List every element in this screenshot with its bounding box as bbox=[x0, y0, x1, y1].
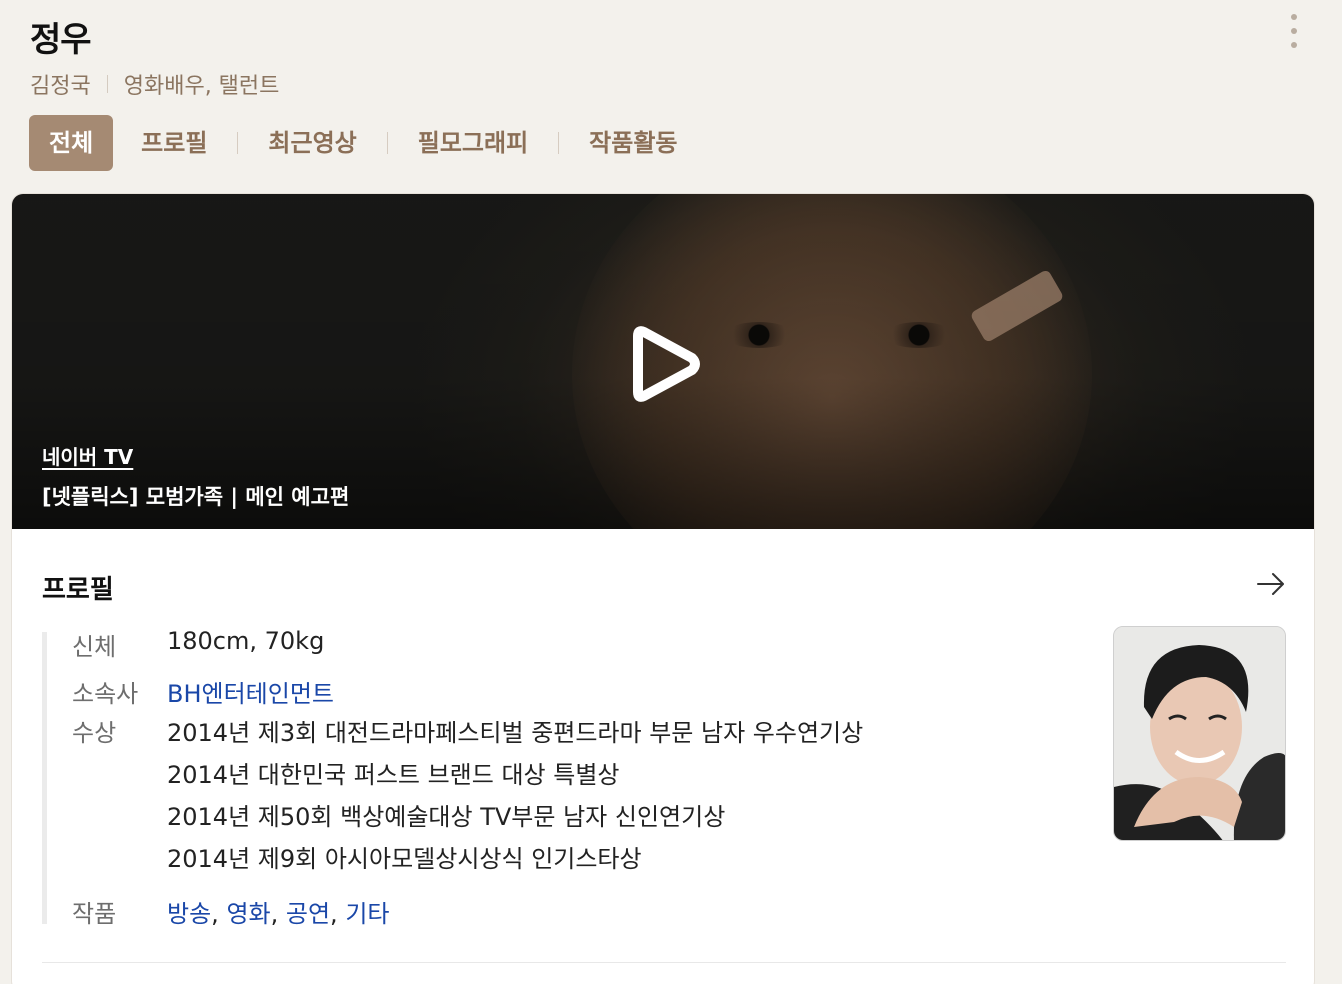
body-label: 신체 bbox=[72, 633, 117, 661]
play-icon[interactable] bbox=[630, 324, 700, 404]
award-item: 2014년 제50회 백상예술대상 TV부문 남자 신인연기상 bbox=[167, 803, 726, 831]
profile-row-works: 작품 방송, 영화, 공연, 기타 bbox=[72, 894, 389, 929]
video-source-link[interactable]: 네이버 TV bbox=[42, 441, 133, 470]
video-player[interactable]: 네이버 TV [넷플릭스] 모범가족 | 메인 예고편 bbox=[12, 194, 1314, 529]
works-label: 작품 bbox=[72, 900, 117, 928]
more-options-icon[interactable] bbox=[1286, 14, 1302, 48]
tab-divider bbox=[237, 132, 239, 154]
tab-works[interactable]: 작품활동 bbox=[589, 115, 677, 171]
occupation: 영화배우, 탤런트 bbox=[123, 74, 280, 99]
works-link-other[interactable]: 기타 bbox=[345, 900, 389, 928]
content-card: 네이버 TV [넷플릭스] 모범가족 | 메인 예고편 프로필 신체 180cm… bbox=[11, 193, 1315, 984]
award-item: 2014년 대한민국 퍼스트 브랜드 대상 특별상 bbox=[167, 761, 620, 789]
award-item: 2014년 제3회 대전드라마페스티벌 중편드라마 부문 남자 우수연기상 bbox=[167, 719, 864, 747]
agency-label: 소속사 bbox=[72, 680, 139, 708]
works-link-broadcast[interactable]: 방송 bbox=[167, 900, 211, 928]
header: 정우 bbox=[30, 12, 92, 61]
tab-divider bbox=[386, 132, 388, 154]
profile-heading: 프로필 bbox=[42, 575, 114, 605]
tab-profile[interactable]: 프로필 bbox=[141, 115, 207, 171]
award-item: 2014년 제9회 아시아모델상시상식 인기스타상 bbox=[167, 845, 642, 873]
works-link-stage[interactable]: 공연 bbox=[286, 900, 330, 928]
awards-list: 2014년 제3회 대전드라마페스티벌 중편드라마 부문 남자 우수연기상 20… bbox=[167, 712, 863, 880]
body-value: 180cm, 70kg bbox=[167, 627, 325, 655]
tab-filmography[interactable]: 필모그래피 bbox=[418, 115, 528, 171]
works-link-movie[interactable]: 영화 bbox=[226, 900, 270, 928]
tab-all[interactable]: 전체 bbox=[29, 115, 114, 171]
profile-row-awards: 수상 2014년 제3회 대전드라마페스티벌 중편드라마 부문 남자 우수연기상… bbox=[72, 712, 863, 880]
profile-row-agency: 소속사 BH엔터테인먼트 bbox=[72, 674, 334, 709]
profile-row-body: 신체 180cm, 70kg bbox=[72, 627, 324, 662]
page-title: 정우 bbox=[30, 20, 92, 60]
person-subline: 김정국 영화배우, 탤런트 bbox=[30, 68, 279, 100]
agency-link[interactable]: BH엔터테인먼트 bbox=[167, 680, 334, 708]
awards-label: 수상 bbox=[72, 719, 117, 747]
arrow-right-icon[interactable] bbox=[1256, 570, 1286, 598]
divider bbox=[106, 75, 108, 93]
profile-info: 신체 180cm, 70kg 소속사 BH엔터테인먼트 수상 2014년 제3회… bbox=[42, 627, 1082, 928]
profile-photo[interactable] bbox=[1113, 626, 1286, 841]
tab-divider bbox=[558, 132, 560, 154]
section-divider bbox=[42, 962, 1286, 963]
tab-bar: 전체 프로필 최근영상 필모그래피 작품활동 bbox=[29, 115, 677, 171]
video-title[interactable]: [넷플릭스] 모범가족 | 메인 예고편 bbox=[42, 481, 349, 511]
tab-recent-videos[interactable]: 최근영상 bbox=[268, 115, 356, 171]
real-name: 김정국 bbox=[30, 74, 91, 99]
